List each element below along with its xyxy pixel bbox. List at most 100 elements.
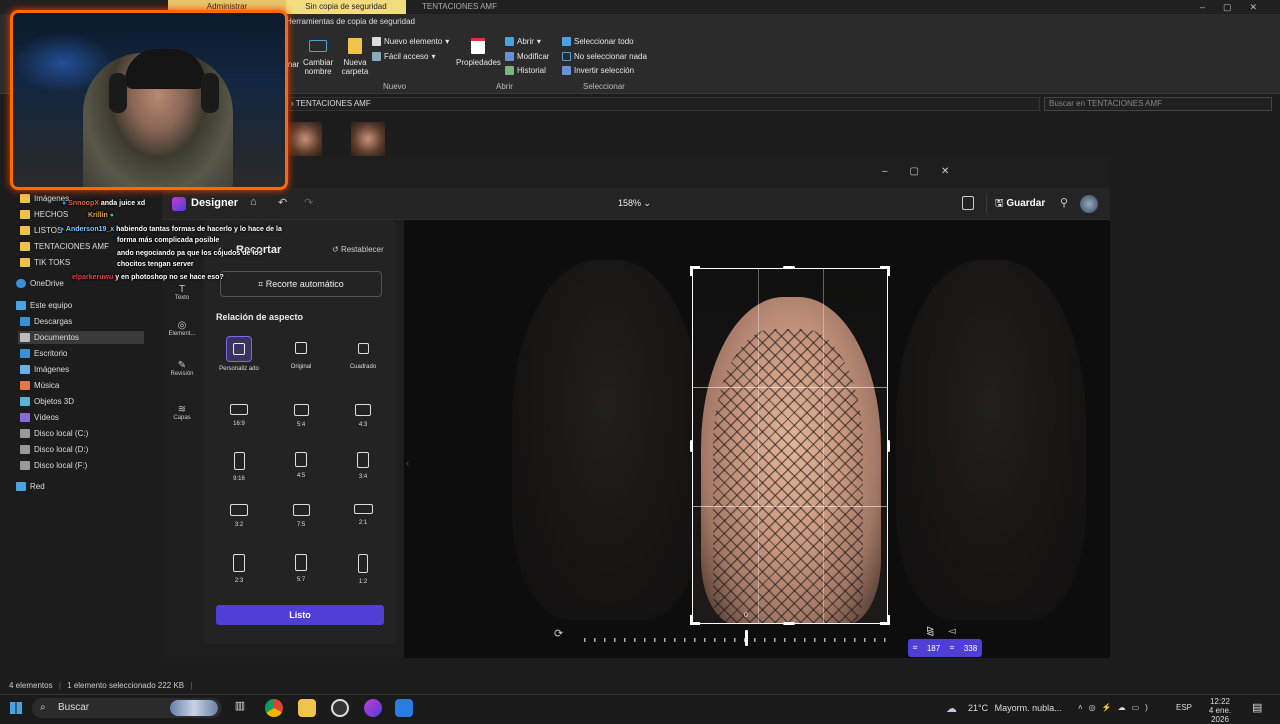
share-icon[interactable]: ⚲ [1060, 196, 1068, 209]
zoom-dropdown[interactable]: 158% ⌄ [618, 198, 651, 209]
nav-item-tiktoks[interactable]: TIK TOKS [20, 258, 70, 267]
aspect-label: Personaliz ado [219, 366, 259, 372]
crop-handle-bottom[interactable] [783, 622, 795, 625]
delete-button[interactable]: inar [286, 60, 299, 69]
aspect-3-4[interactable]: 3:4 [338, 452, 388, 480]
nav-item-disco-c[interactable]: Disco local (C:) [20, 429, 88, 438]
crop-handle-right[interactable] [887, 440, 890, 452]
done-button[interactable]: Listo [216, 605, 384, 625]
avatar[interactable] [1080, 195, 1098, 213]
nav-item-descargas[interactable]: Descargas [20, 317, 72, 326]
aspect-2-1[interactable]: 2:1 [338, 504, 388, 526]
aspect-2-3[interactable]: 2:3 [214, 554, 264, 584]
crop-handle-left[interactable] [690, 440, 693, 452]
chat-username: SnnoopX [68, 200, 99, 207]
notification-icon[interactable]: ▤ [1252, 701, 1262, 714]
device-icon[interactable] [962, 196, 974, 210]
nav-item-onedrive[interactable]: OneDrive [16, 279, 64, 288]
rotate-icon[interactable]: ⟳ [554, 627, 563, 640]
save-button[interactable]: 🖫 Guardar [986, 193, 1060, 215]
aspect-4-5[interactable]: 4:5 [276, 452, 326, 479]
nav-item-este-equipo[interactable]: Este equipo [16, 301, 72, 310]
crop-handle-tl[interactable] [690, 266, 693, 276]
network-icon [16, 482, 26, 491]
chat-username: elparkeruwu [72, 274, 114, 281]
photos-icon[interactable] [395, 699, 413, 717]
crop-handle-bl[interactable] [690, 615, 693, 625]
aspect-16-9[interactable]: 16:9 [214, 404, 264, 427]
taskbar-search[interactable]: ⌕ Buscar [32, 698, 222, 718]
new-folder-button[interactable]: Nueva carpeta [340, 38, 370, 76]
aspect-1-2[interactable]: 1:2 [338, 554, 388, 585]
rotation-slider-thumb[interactable] [745, 630, 748, 646]
flip-horizontal-icon[interactable]: ⧎ [926, 626, 934, 637]
nav-item-tentaciones[interactable]: TENTACIONES AMF [20, 242, 109, 251]
rotation-ruler[interactable] [584, 638, 894, 642]
nav-item-documentos[interactable]: Documentos [18, 331, 144, 344]
crop-frame[interactable] [692, 268, 888, 624]
nav-item-videos[interactable]: Vídeos [20, 413, 59, 422]
weather-icon[interactable]: ☁ [946, 702, 957, 715]
select-none-label: No seleccionar nada [574, 52, 647, 61]
new-item-button[interactable]: Nuevo elemento ▾ [372, 37, 449, 46]
aspect-4-3[interactable]: 4:3 [338, 404, 388, 428]
aspect-9-16[interactable]: 9:16 [214, 452, 264, 482]
nav-item-musica[interactable]: Música [20, 381, 59, 390]
rename-button[interactable]: Cambiar nombre [303, 40, 333, 76]
address-bar[interactable]: › TENTACIONES AMF [286, 97, 1040, 111]
nav-item-objetos3d[interactable]: Objetos 3D [20, 397, 74, 406]
language-indicator[interactable]: ESP [1176, 703, 1192, 712]
history-button[interactable]: Historial [505, 66, 546, 75]
aspect-3-2[interactable]: 3:2 [214, 504, 264, 528]
easy-access-button[interactable]: Fácil acceso ▾ [372, 52, 435, 61]
nav-item-disco-f[interactable]: Disco local (F:) [20, 461, 87, 470]
properties-button[interactable]: Propiedades [456, 38, 501, 67]
aspect-5-7[interactable]: 5:7 [276, 554, 326, 583]
designer-window-controls[interactable]: –▢✕ [882, 166, 971, 177]
flip-vertical-icon[interactable]: ◅ [948, 626, 956, 637]
crop-handle-tr[interactable] [887, 266, 890, 276]
aspect-5-4[interactable]: 5:4 [276, 404, 326, 428]
aspect-square[interactable]: Cuadrado [338, 336, 388, 370]
tray-icons[interactable]: ˄◎⚡☁▭) [1078, 703, 1154, 712]
start-icon[interactable] [10, 702, 22, 714]
edit-button[interactable]: Modificar [505, 52, 549, 61]
aspect-7-5[interactable]: 7:5 [276, 504, 326, 528]
chrome-icon[interactable] [265, 699, 283, 717]
invert-selection-button[interactable]: Invertir selección [562, 66, 634, 75]
file-thumbnail[interactable] [351, 122, 385, 156]
nav-item-listos[interactable]: LISTOS [20, 226, 62, 235]
tool-texto[interactable]: T Texto [162, 284, 202, 301]
task-view-icon[interactable]: ▥ [231, 699, 249, 717]
redo-icon[interactable]: ↷ [304, 196, 313, 209]
tool-revision[interactable]: ✎ Revisión [162, 360, 202, 377]
weather-widget[interactable]: 21°C Mayorm. nubla... [968, 703, 1062, 713]
select-none-button[interactable]: No seleccionar nada [562, 52, 647, 61]
nav-item-imagenes[interactable]: Imágenes [20, 365, 69, 374]
crop-handle-br[interactable] [887, 615, 890, 625]
nav-item-red[interactable]: Red [16, 482, 45, 491]
auto-crop-button[interactable]: ⌗ Recorte automático [220, 271, 382, 297]
home-icon[interactable]: ⌂ [250, 196, 257, 208]
open-icon [505, 37, 514, 46]
tab-herramientas[interactable]: Herramientas de copia de seguridad [286, 17, 415, 26]
window-controls[interactable]: –▢✕ [1200, 2, 1275, 13]
crop-handle-top[interactable] [783, 266, 795, 269]
nav-item-escritorio[interactable]: Escritorio [20, 349, 67, 358]
aspect-custom[interactable]: Personaliz ado [214, 336, 264, 372]
file-explorer-icon[interactable] [298, 699, 316, 717]
file-thumbnail[interactable] [288, 122, 322, 156]
reset-button[interactable]: ↺ Restablecer [332, 245, 384, 254]
select-all-button[interactable]: Seleccionar todo [562, 37, 634, 46]
undo-icon[interactable]: ↶ [278, 196, 287, 209]
obs-icon[interactable] [331, 699, 349, 717]
aspect-original[interactable]: Original [276, 336, 326, 370]
open-button[interactable]: Abrir ▾ [505, 37, 541, 46]
tool-elementos[interactable]: ◎ Element... [162, 320, 202, 337]
nav-item-disco-d[interactable]: Disco local (D:) [20, 445, 88, 454]
tab-sin-copia[interactable]: Sin copia de seguridad [286, 0, 406, 14]
nav-item-hechos[interactable]: HECHOS [20, 210, 68, 219]
tool-capas[interactable]: ≋ Capas [162, 404, 202, 421]
designer-app-icon[interactable] [364, 699, 382, 717]
search-input[interactable]: Buscar en TENTACIONES AMF [1044, 97, 1272, 111]
